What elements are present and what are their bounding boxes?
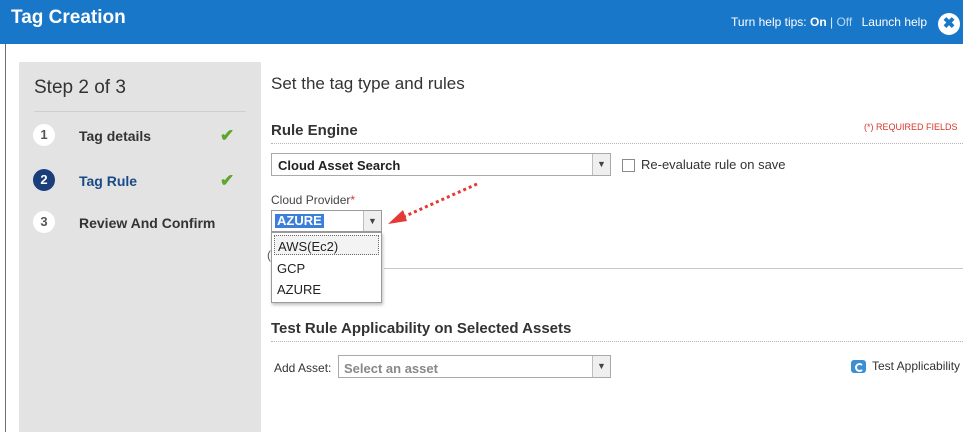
step-number-active: 2: [33, 169, 55, 191]
add-asset-label: Add Asset:: [274, 361, 332, 375]
page-title: Tag Creation: [11, 7, 126, 28]
option-azure[interactable]: AZURE: [274, 279, 379, 299]
obscured-field-border: [384, 268, 963, 269]
help-tips-off[interactable]: Off: [836, 15, 852, 29]
section-divider: [271, 341, 963, 342]
rule-engine-heading: Rule Engine: [271, 122, 358, 139]
cloud-provider-select[interactable]: AZURE ▼: [271, 210, 382, 232]
help-tips-separator: |: [830, 15, 834, 29]
cloud-provider-dropdown: AWS(Ec2) GCP AZURE: [271, 232, 382, 303]
header-bar: Tag Creation Turn help tips: On | Off La…: [0, 0, 963, 44]
option-label: GCP: [277, 261, 306, 276]
required-asterisk: *: [350, 193, 356, 207]
required-fields-note: (*) REQUIRED FIELDS: [864, 122, 958, 132]
step-label: Tag details: [79, 128, 152, 144]
check-icon: ✔: [220, 126, 235, 145]
reevaluate-label: Re-evaluate rule on save: [641, 157, 786, 172]
step-item-tag-details[interactable]: 1 Tag details ✔: [33, 124, 253, 148]
option-label: AZURE: [277, 282, 322, 297]
help-tips-on[interactable]: On: [810, 15, 827, 29]
step-number: 1: [33, 124, 55, 146]
option-aws-ec2[interactable]: AWS(Ec2): [274, 235, 379, 255]
annotation-arrow-icon: [388, 182, 478, 224]
launch-help-link[interactable]: Launch help: [862, 15, 927, 29]
close-icon[interactable]: ✖: [938, 13, 960, 35]
test-applicability-label: Test Applicability: [872, 359, 961, 373]
refresh-icon: [851, 360, 866, 373]
option-gcp[interactable]: GCP: [274, 258, 379, 278]
section-divider: [271, 143, 963, 144]
help-tips-label: Turn help tips:: [731, 15, 807, 29]
step-item-review-confirm[interactable]: 3 Review And Confirm: [33, 211, 253, 235]
step-label: Tag Rule: [79, 173, 138, 189]
wizard-sidebar: Step 2 of 3 1 Tag details ✔ 2 Tag Rule ✔…: [19, 62, 261, 432]
step-progress-title: Step 2 of 3: [34, 77, 126, 98]
step-label: Review And Confirm: [79, 215, 216, 231]
asset-select[interactable]: Select an asset ▼: [338, 355, 611, 378]
check-icon: ✔: [220, 171, 235, 190]
step-divider: [34, 111, 246, 112]
frame-border: [5, 44, 6, 432]
cloud-provider-value: AZURE: [275, 213, 324, 228]
cloud-provider-label-text: Cloud Provider: [271, 193, 351, 207]
rule-engine-select[interactable]: Cloud Asset Search ▼: [271, 153, 611, 176]
option-label: AWS(Ec2): [278, 239, 339, 254]
chevron-down-icon[interactable]: ▼: [592, 356, 610, 377]
rule-engine-value: Cloud Asset Search: [278, 158, 401, 173]
section-title: Set the tag type and rules: [271, 74, 465, 93]
test-section-heading: Test Rule Applicability on Selected Asse…: [271, 320, 572, 337]
reevaluate-checkbox[interactable]: [622, 159, 635, 172]
step-number: 3: [33, 211, 55, 233]
help-tips-bar: Turn help tips: On | Off Launch help: [731, 15, 927, 29]
chevron-down-icon[interactable]: ▼: [363, 211, 381, 231]
cloud-provider-label: Cloud Provider*: [271, 193, 355, 207]
chevron-down-icon[interactable]: ▼: [592, 154, 610, 175]
asset-placeholder: Select an asset: [344, 361, 438, 376]
step-item-tag-rule[interactable]: 2 Tag Rule ✔: [33, 169, 253, 193]
